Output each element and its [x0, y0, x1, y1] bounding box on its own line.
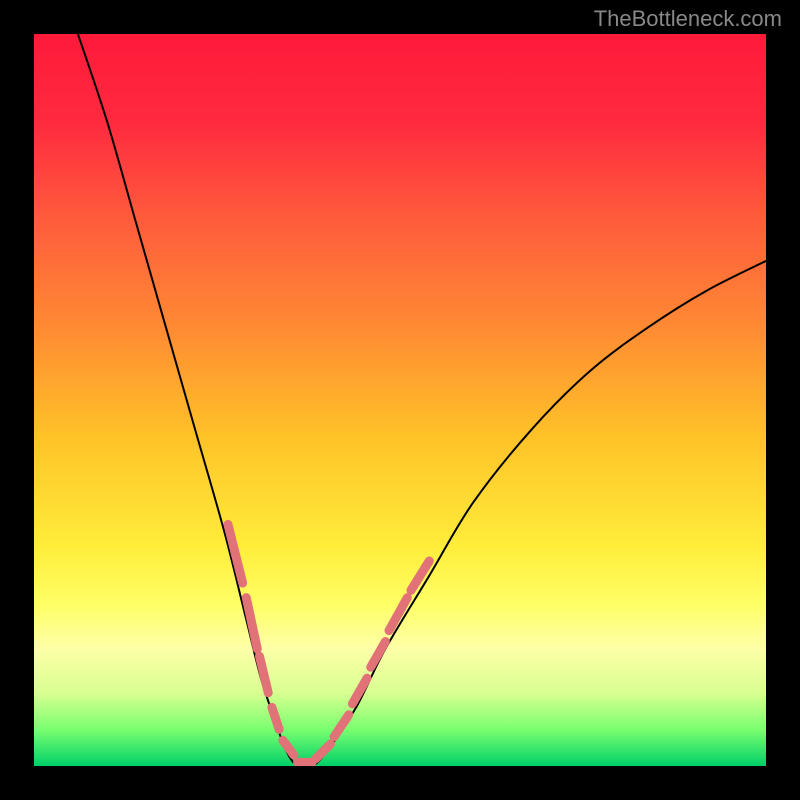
- chart-svg: [34, 34, 766, 766]
- dash-segment: [259, 656, 268, 693]
- dash-segment: [334, 715, 349, 737]
- main-curve: [78, 34, 766, 766]
- dash-segment: [283, 740, 294, 755]
- watermark-text: TheBottleneck.com: [594, 6, 782, 32]
- dash-segment: [352, 678, 367, 704]
- dash-segment: [246, 598, 257, 649]
- dash-segment: [411, 561, 429, 590]
- dash-segment: [371, 642, 386, 668]
- dash-segment: [272, 707, 279, 729]
- dash-overlay: [228, 524, 429, 762]
- plot-area: [34, 34, 766, 766]
- dash-segment: [316, 744, 331, 759]
